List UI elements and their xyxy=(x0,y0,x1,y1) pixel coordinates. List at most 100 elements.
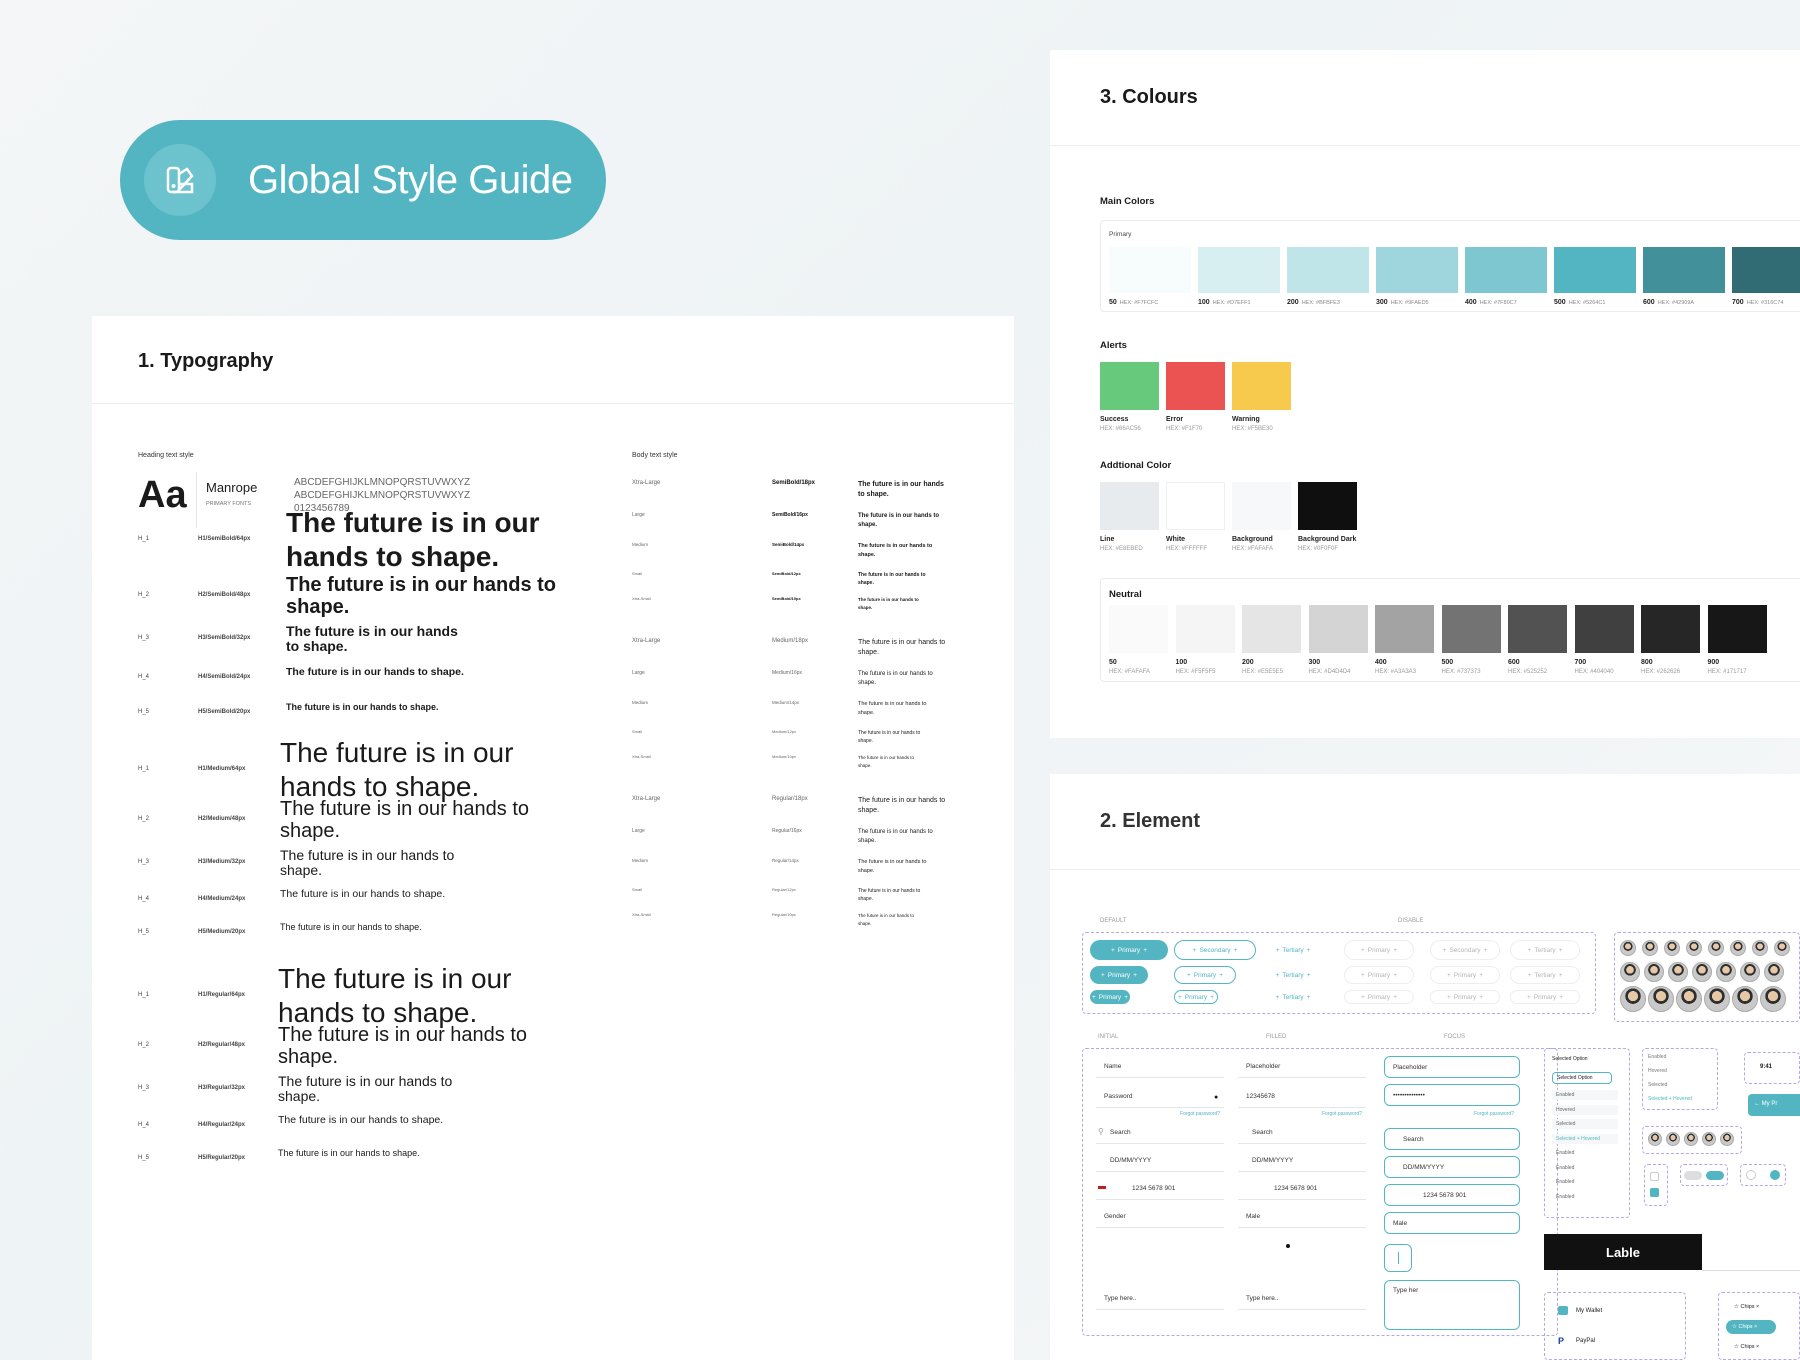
neutral-swatch-hex: HEX: #A3A3A3 xyxy=(1375,669,1417,675)
avatar xyxy=(1642,940,1658,956)
chip[interactable]: ☆ Chips × xyxy=(1728,1340,1776,1354)
search-input-focus[interactable]: Search xyxy=(1384,1128,1520,1150)
primary-button[interactable]: + Primary + xyxy=(1090,990,1130,1004)
body-sample: The future is in our hands to shape. xyxy=(858,513,939,528)
plus-icon: + xyxy=(1559,993,1563,1001)
dropdown-trigger-open[interactable]: Selected Option xyxy=(1552,1072,1612,1084)
dropdown-option[interactable]: Selected + Hovered xyxy=(1552,1133,1618,1144)
button-label: Primary xyxy=(1098,993,1122,1001)
label-button[interactable]: Lable xyxy=(1544,1234,1702,1270)
textarea-filled[interactable]: Type here.. xyxy=(1238,1288,1366,1310)
dropdown-trigger[interactable]: Selected Option xyxy=(1552,1056,1588,1062)
eye-off-icon[interactable]: ● xyxy=(1214,1094,1218,1101)
primary-button[interactable]: + Primary + xyxy=(1174,966,1236,984)
option-item[interactable]: Selected + Hovered xyxy=(1648,1096,1692,1102)
radio-checked[interactable] xyxy=(1770,1170,1780,1180)
option-item[interactable]: Hovered xyxy=(1648,1068,1667,1074)
primary-step: 300 xyxy=(1376,299,1388,306)
dropdown-option[interactable]: Enabled xyxy=(1552,1177,1618,1187)
heading-spec: H1/SemiBold/64px xyxy=(198,536,251,542)
tertiary-button[interactable]: + Tertiary + xyxy=(1258,940,1328,960)
body-sample: The future is in our hands to shape. xyxy=(858,572,926,586)
password-input-initial[interactable]: Password xyxy=(1096,1086,1224,1108)
colours-title: 3. Colours xyxy=(1050,50,1800,146)
password-input-filled[interactable]: 12345678 xyxy=(1238,1086,1366,1108)
checkbox-checked[interactable] xyxy=(1650,1188,1659,1197)
additional-swatch-label: Background Dark xyxy=(1298,536,1359,543)
button-label: Primary xyxy=(1453,993,1477,1001)
checkbox-unchecked[interactable] xyxy=(1650,1172,1659,1181)
body-size-label: Xtra-Large xyxy=(632,638,661,644)
gender-select-filled[interactable]: Male xyxy=(1238,1206,1366,1228)
additional-swatch-hex: HEX: #0F0F0F xyxy=(1298,546,1339,552)
plus-icon: + xyxy=(1143,946,1147,954)
element-panel: 2. Element DEFAULT DISABLE + Primary + + Sec… xyxy=(1050,774,1800,1360)
neutral-swatch-label: 600 xyxy=(1508,659,1567,666)
primary-button[interactable]: + Primary + xyxy=(1430,966,1500,984)
toggle-on[interactable] xyxy=(1706,1171,1724,1180)
dropdown-option[interactable]: Enabled xyxy=(1552,1148,1618,1158)
primary-button[interactable]: + Primary + xyxy=(1344,966,1414,984)
chip-selected[interactable]: ☆ Chips × xyxy=(1726,1320,1776,1334)
dropdown-option[interactable]: Selected xyxy=(1552,1119,1618,1129)
tertiary-button[interactable]: + Tertiary + xyxy=(1510,966,1580,984)
phone-input-focus[interactable]: 1234 5678 901 xyxy=(1384,1184,1520,1206)
dropdown-option[interactable]: Hovered xyxy=(1552,1104,1618,1115)
primary-button[interactable]: + Primary + xyxy=(1510,990,1580,1004)
body-sample: The future is in our hands to shape. xyxy=(858,597,919,610)
name-input-focus[interactable]: Placeholder xyxy=(1384,1056,1520,1078)
search-input-filled[interactable]: Search xyxy=(1238,1122,1366,1144)
primary-button[interactable]: + Primary + xyxy=(1174,990,1218,1004)
plus-icon: + xyxy=(1306,971,1311,979)
primary-button[interactable]: + Primary + xyxy=(1090,966,1148,984)
date-input-focus[interactable]: DD/MM/YYYY xyxy=(1384,1156,1520,1178)
heading-tag: H_2 xyxy=(138,592,150,598)
dropdown-option[interactable]: Enabled xyxy=(1552,1192,1618,1202)
text-cursor-field[interactable] xyxy=(1384,1244,1412,1272)
tertiary-button[interactable]: + Tertiary + xyxy=(1258,990,1328,1004)
gender-select-initial[interactable]: Gender xyxy=(1096,1206,1224,1228)
avatar xyxy=(1686,940,1702,956)
primary-button[interactable]: + Primary + xyxy=(1090,940,1168,960)
textarea-focus[interactable]: Type her xyxy=(1384,1280,1520,1330)
alert-swatch-label: Warning xyxy=(1232,416,1291,423)
secondary-button[interactable]: + Secondary + xyxy=(1430,940,1500,960)
primary-button[interactable]: + Primary + xyxy=(1430,990,1500,1004)
forgot-password-link[interactable]: Forgot password? xyxy=(1180,1111,1220,1117)
dropdown-option[interactable]: Enabled xyxy=(1552,1090,1618,1100)
tertiary-button[interactable]: + Tertiary + xyxy=(1258,966,1328,984)
search-input-initial[interactable]: Search xyxy=(1096,1122,1224,1144)
phone-input-filled[interactable]: 1234 5678 901 xyxy=(1238,1178,1366,1200)
paypal-option[interactable]: PayPal xyxy=(1576,1338,1595,1344)
alert-swatch-name: Error xyxy=(1166,416,1184,423)
gender-select-focus[interactable]: Male xyxy=(1384,1212,1520,1234)
phone-input-initial[interactable]: 1234 5678 901 xyxy=(1096,1178,1224,1200)
heading-sample: The future is in our hands to shape. xyxy=(278,963,512,1028)
primary-button[interactable]: + Primary + xyxy=(1344,990,1414,1004)
dropdown-option[interactable]: Enabled xyxy=(1552,1163,1618,1173)
body-size-label: Large xyxy=(632,670,645,676)
secondary-button[interactable]: + Secondary + xyxy=(1174,940,1256,960)
date-input-filled[interactable]: DD/MM/YYYY xyxy=(1238,1150,1366,1172)
nav-back-button[interactable]: ← My Pr xyxy=(1748,1094,1800,1116)
name-input-filled[interactable]: Placeholder xyxy=(1238,1056,1366,1078)
forgot-password-link-focus[interactable]: Forgot password? xyxy=(1474,1111,1514,1117)
radio-dot[interactable] xyxy=(1286,1244,1290,1248)
forgot-password-link-filled[interactable]: Forgot password? xyxy=(1322,1111,1362,1117)
body-size-label: Large xyxy=(632,512,645,518)
textarea-initial[interactable]: Type here.. xyxy=(1096,1288,1224,1310)
toggle-off[interactable] xyxy=(1684,1171,1702,1180)
name-input-initial[interactable]: Name xyxy=(1096,1056,1224,1078)
primary-button[interactable]: + Primary + xyxy=(1344,940,1414,960)
radio-unchecked[interactable] xyxy=(1746,1170,1756,1180)
password-input-focus[interactable]: •••••••••••••• xyxy=(1384,1084,1520,1106)
body-size-label: Medium xyxy=(632,542,649,547)
tertiary-button[interactable]: + Tertiary + xyxy=(1510,940,1580,960)
option-item[interactable]: Selected xyxy=(1648,1082,1667,1088)
neutral-swatch-label: 300 xyxy=(1309,659,1368,666)
chip[interactable]: ☆ Chips × xyxy=(1728,1300,1776,1314)
wallet-option[interactable]: My Wallet xyxy=(1576,1308,1602,1314)
option-item[interactable]: Enabled xyxy=(1648,1054,1666,1060)
primary-hex: HEX: #9FAED5 xyxy=(1390,300,1429,306)
date-input-initial[interactable]: DD/MM/YYYY xyxy=(1096,1150,1224,1172)
